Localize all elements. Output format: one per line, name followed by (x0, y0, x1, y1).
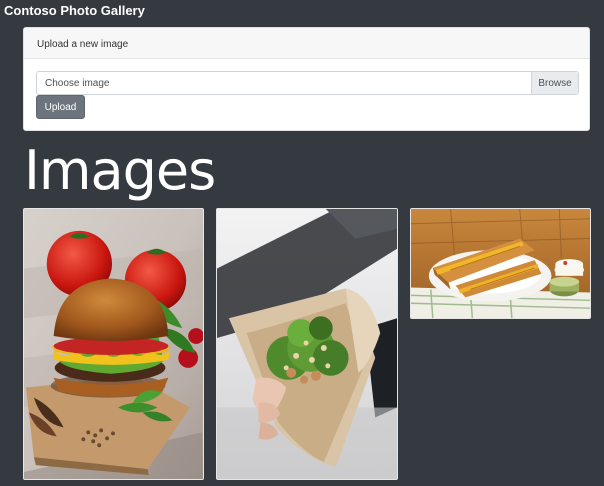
gallery-image-sandwich[interactable] (410, 208, 591, 319)
upload-card-header: Upload a new image (24, 28, 589, 59)
upload-button[interactable]: Upload (36, 95, 85, 119)
gallery-image-salad[interactable] (216, 208, 398, 480)
upload-card: Upload a new image Choose image Browse U… (23, 27, 590, 131)
browse-button[interactable]: Browse (531, 72, 578, 94)
app-title[interactable]: Contoso Photo Gallery (4, 3, 145, 18)
file-input[interactable]: Choose image Browse (36, 71, 579, 95)
sandwich-image (411, 209, 590, 318)
salad-image (217, 209, 397, 479)
file-input-placeholder[interactable]: Choose image (37, 78, 531, 89)
gallery-image-burger[interactable] (23, 208, 204, 480)
burger-image (24, 209, 203, 479)
images-heading: Images (24, 139, 216, 202)
